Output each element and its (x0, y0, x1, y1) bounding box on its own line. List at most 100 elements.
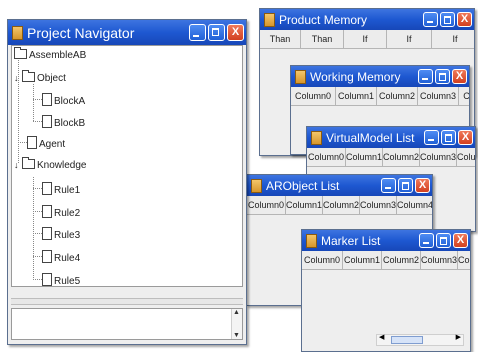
title-bar[interactable]: ARObject List X (247, 175, 432, 196)
expand-toggle-icon[interactable]: ↓ (14, 158, 22, 172)
column-header[interactable]: Co (459, 87, 469, 105)
column-header[interactable]: Column3 (360, 196, 397, 214)
minimize-button[interactable] (419, 233, 434, 248)
title-bar[interactable]: VirtualModel List X (307, 127, 475, 148)
column-header[interactable]: Column0 (307, 148, 346, 166)
tree-node-label: Agent (39, 139, 66, 150)
column-header[interactable]: If (344, 30, 387, 48)
tree-node-label: Rule4 (54, 253, 81, 264)
column-header[interactable]: Column2 (382, 251, 421, 269)
table-header: Column0 Column1 Column2 Column3 Colu (302, 251, 470, 270)
column-header[interactable]: Column2 (323, 196, 360, 214)
close-icon: X (418, 179, 427, 191)
title-bar[interactable]: Working Memory X (291, 66, 469, 87)
app-icon (12, 25, 23, 40)
column-header[interactable]: Column1 (343, 251, 382, 269)
tree-connector (33, 99, 42, 100)
scroll-up-icon[interactable]: ▲ (233, 309, 240, 316)
app-icon (306, 233, 317, 248)
output-text-area[interactable]: ▲ ▼ (11, 308, 243, 340)
minimize-icon (424, 13, 437, 26)
column-header[interactable]: Than (260, 30, 301, 48)
minimize-button[interactable] (381, 178, 396, 193)
title-bar[interactable]: Marker List X (302, 230, 470, 251)
tree-node-object[interactable]: ↓ Object (14, 70, 66, 85)
split-pane-divider[interactable] (11, 298, 243, 305)
minimize-icon (425, 131, 438, 144)
tree-node-agent[interactable]: Agent (27, 136, 65, 150)
column-header[interactable]: Column2 (377, 87, 418, 105)
column-header[interactable]: Colu (458, 251, 470, 269)
close-button[interactable]: X (457, 12, 472, 27)
minimize-icon (420, 234, 433, 247)
tree-node-rule1[interactable]: Rule1 (42, 182, 80, 196)
maximize-icon (209, 25, 224, 40)
minimize-icon (419, 70, 432, 83)
scroll-right-icon[interactable]: ▶ (456, 333, 461, 341)
project-navigator-window[interactable]: Project Navigator X AssembleAB ↓ Object B… (7, 19, 247, 345)
minimize-button[interactable] (423, 12, 438, 27)
app-icon (311, 130, 322, 145)
maximize-button[interactable] (435, 69, 450, 84)
close-button[interactable]: X (452, 69, 467, 84)
close-button[interactable]: X (227, 24, 244, 41)
expand-toggle-icon[interactable]: ↓ (14, 71, 22, 85)
title-bar[interactable]: Product Memory X (260, 9, 474, 30)
column-header[interactable]: Column3 (420, 148, 457, 166)
marker-list-window[interactable]: Marker List X Column0 Column1 Column2 Co… (301, 229, 471, 352)
tree-connector (33, 256, 42, 257)
horizontal-scrollbar[interactable]: ◀ ▶ (376, 334, 464, 346)
vertical-scrollbar[interactable]: ▲ ▼ (231, 309, 242, 339)
column-header[interactable]: Column0 (291, 87, 336, 105)
column-header[interactable]: Column1 (286, 196, 323, 214)
column-header[interactable]: Column0 (302, 251, 343, 269)
tree-node-root[interactable]: AssembleAB (14, 47, 86, 63)
close-button[interactable]: X (458, 130, 473, 145)
column-header[interactable]: Column3 (421, 251, 458, 269)
close-button[interactable]: X (453, 233, 468, 248)
tree-node-blockb[interactable]: BlockB (42, 115, 85, 129)
tree-node-rule3[interactable]: Rule3 (42, 227, 80, 241)
folder-icon (14, 47, 27, 59)
title-bar[interactable]: Project Navigator X (8, 20, 246, 45)
column-header[interactable]: Column0 (247, 196, 286, 214)
maximize-button[interactable] (208, 24, 225, 41)
tree-node-label: Rule5 (54, 276, 81, 287)
tree-node-knowledge[interactable]: ↓ Knowledge (14, 157, 86, 172)
minimize-button[interactable] (418, 69, 433, 84)
tree-node-label: Object (37, 73, 66, 84)
tree-node-rule4[interactable]: Rule4 (42, 250, 80, 264)
document-icon (42, 273, 52, 286)
scroll-thumb[interactable] (391, 336, 423, 344)
close-button[interactable]: X (415, 178, 430, 193)
minimize-button[interactable] (189, 24, 206, 41)
maximize-icon (436, 70, 449, 83)
minimize-button[interactable] (424, 130, 439, 145)
maximize-button[interactable] (398, 178, 413, 193)
column-header[interactable]: Column1 (346, 148, 383, 166)
document-icon (42, 115, 52, 128)
scroll-down-icon[interactable]: ▼ (233, 332, 240, 339)
maximize-button[interactable] (441, 130, 456, 145)
column-header[interactable]: If (387, 30, 432, 48)
close-icon: X (456, 234, 465, 246)
column-header[interactable]: Column2 (383, 148, 420, 166)
column-header[interactable]: Colum (457, 148, 475, 166)
maximize-button[interactable] (436, 233, 451, 248)
tree-node-blocka[interactable]: BlockA (42, 93, 85, 107)
column-header[interactable]: Column3 (418, 87, 459, 105)
tree-connector (33, 177, 34, 280)
column-header[interactable]: Column1 (336, 87, 377, 105)
project-tree[interactable]: AssembleAB ↓ Object BlockA BlockB Agent ↓… (11, 45, 243, 287)
tree-connector (33, 188, 42, 189)
scroll-left-icon[interactable]: ◀ (379, 333, 384, 341)
column-header[interactable]: Column4 (397, 196, 432, 214)
tree-node-rule2[interactable]: Rule2 (42, 205, 80, 219)
column-header[interactable]: Than (301, 30, 344, 48)
folder-icon (22, 157, 35, 169)
maximize-button[interactable] (440, 12, 455, 27)
close-icon: X (231, 26, 240, 38)
column-header[interactable]: If (432, 30, 474, 48)
close-icon: X (455, 70, 464, 82)
tree-node-rule5[interactable]: Rule5 (42, 273, 80, 287)
